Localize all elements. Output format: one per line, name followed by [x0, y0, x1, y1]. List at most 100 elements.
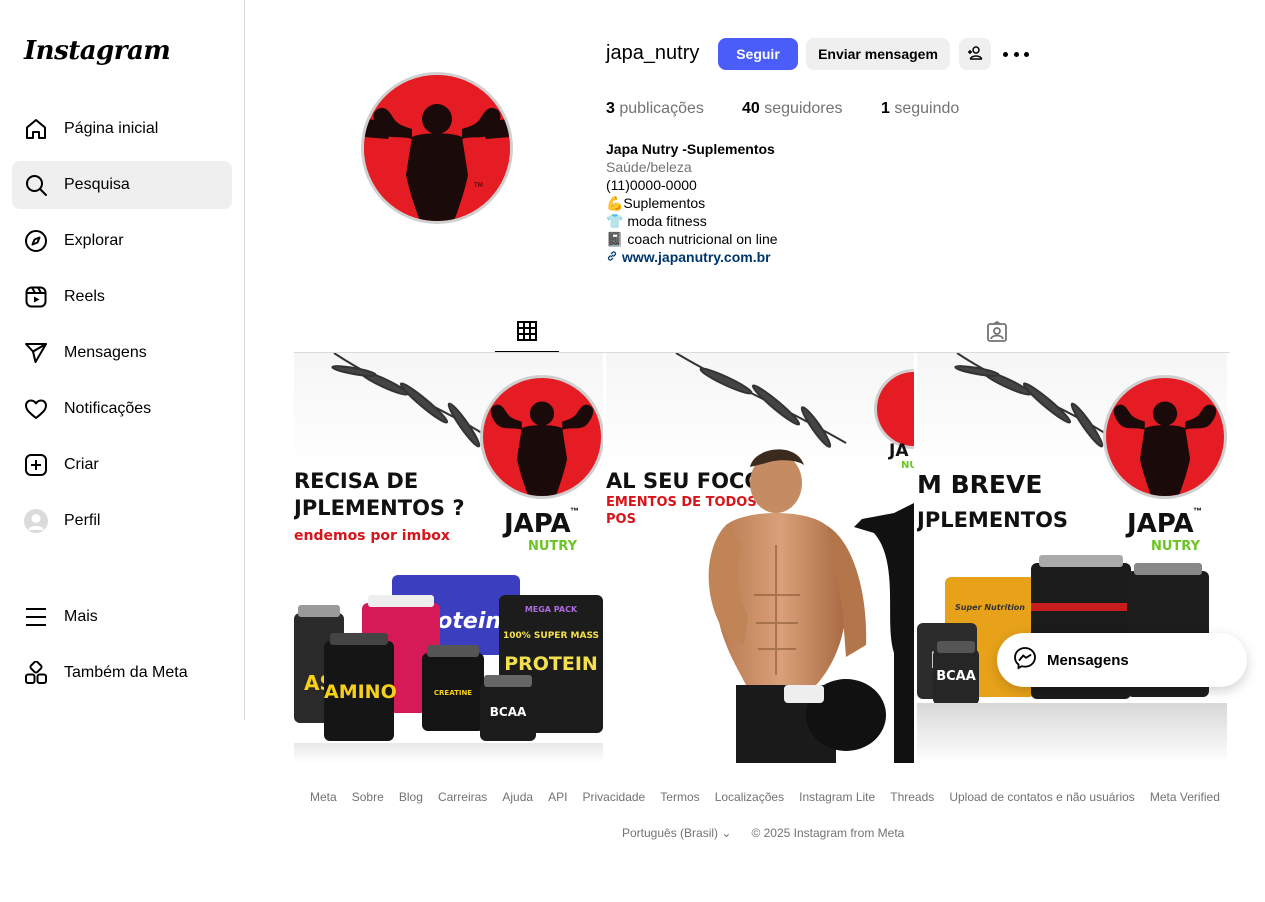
bio-category: Saúde/beleza — [606, 159, 692, 175]
bio-link[interactable]: www.japanutry.com.br — [622, 249, 771, 265]
grid-icon — [516, 320, 538, 347]
bodybuilder-logo-icon — [1103, 375, 1227, 499]
sidebar-item-home[interactable]: Página inicial — [12, 105, 232, 153]
footer-bottom: Português (Brasil) ⌄ © 2025 Instagram fr… — [622, 826, 904, 840]
sidebar-item-more[interactable]: Mais — [12, 593, 232, 641]
search-icon — [24, 173, 48, 197]
profile-avatar[interactable]: TM — [361, 72, 513, 224]
tab-tagged[interactable] — [965, 316, 1029, 352]
posts-count: 3 publicações — [606, 100, 704, 117]
menu-icon — [24, 605, 48, 629]
more-options-icon[interactable] — [1003, 44, 1029, 64]
sidebar-item-label: Também da Meta — [64, 664, 188, 681]
product-tub: BCAA — [933, 641, 979, 705]
brand-name: JAPA — [504, 509, 571, 539]
sidebar-item-label: Página inicial — [64, 120, 159, 137]
post-tile[interactable]: AL SEU FOCO? EMENTOS DE TODOS POS JA NU — [606, 353, 914, 763]
link-icon — [606, 250, 618, 268]
suggest-similar-button[interactable] — [959, 38, 991, 70]
messages-pill-label: Mensagens — [1047, 651, 1129, 669]
followers-count[interactable]: 40 seguidores — [742, 100, 843, 118]
sidebar-item-explore[interactable]: Explorar — [12, 217, 232, 265]
footer-link[interactable]: Threads — [890, 790, 934, 804]
sidebar-item-profile[interactable]: Perfil — [12, 497, 232, 545]
add-person-icon — [967, 45, 983, 64]
bodybuilder-logo-icon — [480, 375, 603, 499]
sidebar-item-create[interactable]: Criar — [12, 441, 232, 489]
send-icon — [24, 341, 48, 365]
post-headline: M BREVE — [917, 470, 1043, 499]
bio-line: 📓 coach nutricional on line — [606, 231, 778, 247]
footer-link[interactable]: Carreiras — [438, 790, 487, 804]
post-subtitle: POS — [606, 512, 636, 527]
post-subtitle: endemos por imbox — [294, 528, 450, 544]
brand-trademark: ™ — [1193, 506, 1202, 516]
post-headline: RECISA DE — [294, 469, 419, 493]
footer-link[interactable]: Sobre — [352, 790, 384, 804]
reels-icon — [24, 285, 48, 309]
brand-subname: NUTRY — [1151, 539, 1201, 554]
brand-subname: NU — [901, 460, 914, 471]
footer-link[interactable]: Ajuda — [502, 790, 533, 804]
post-headline: JPLEMENTOS — [917, 508, 1069, 532]
bio-link-row[interactable]: www.japanutry.com.br — [606, 248, 778, 268]
brand-trademark: ™ — [570, 506, 579, 516]
footer-link[interactable]: Upload de contatos e não usuários — [949, 790, 1134, 804]
post-tile[interactable]: M BREVE JPLEMENTOS JAPA ™ NUTRY Super Nu… — [917, 353, 1227, 763]
footer-link[interactable]: Meta — [310, 790, 337, 804]
sidebar-item-label: Reels — [64, 288, 105, 305]
sidebar-item-label: Perfil — [64, 512, 101, 529]
profile-bio: Japa Nutry -Suplementos Saúde/beleza (11… — [606, 140, 778, 268]
sidebar-item-label: Criar — [64, 456, 99, 473]
messages-pill-button[interactable]: Mensagens — [997, 633, 1247, 687]
footer-links: Meta Sobre Blog Carreiras Ajuda API Priv… — [310, 790, 1220, 804]
messenger-icon — [1013, 646, 1037, 675]
product-tub: BCAA — [480, 675, 536, 741]
instagram-logo[interactable]: Instagram — [24, 36, 171, 66]
sidebar-item-label: Pesquisa — [64, 176, 130, 193]
footer-link[interactable]: Localizações — [715, 790, 784, 804]
bio-line: 👕 moda fitness — [606, 213, 707, 229]
bio-name: Japa Nutry -Suplementos — [606, 141, 775, 157]
bodybuilder-logo-icon: TM — [364, 75, 510, 221]
language-selector[interactable]: Português (Brasil) ⌄ — [622, 826, 731, 840]
silhouette-decoration — [854, 503, 914, 763]
footer-link[interactable]: Instagram Lite — [799, 790, 875, 804]
tab-posts[interactable] — [495, 316, 559, 352]
post-headline: JPLEMENTOS ? — [294, 496, 465, 520]
sidebar-item-search[interactable]: Pesquisa — [12, 161, 232, 209]
sidebar: Instagram Página inicial Pesquisa Explor… — [0, 0, 245, 720]
bio-line: 💪Suplementos — [606, 195, 706, 211]
sidebar-item-label: Mensagens — [64, 344, 147, 361]
home-icon — [24, 117, 48, 141]
profile-username: japa_nutry — [606, 42, 700, 64]
follow-button[interactable]: Seguir — [718, 38, 798, 70]
bio-phone: (11)0000-0000 — [606, 177, 697, 193]
post-tile[interactable]: RECISA DE JPLEMENTOS ? endemos por imbox… — [294, 353, 603, 763]
following-count[interactable]: 1 seguindo — [881, 100, 959, 118]
footer-link[interactable]: Meta Verified — [1150, 790, 1220, 804]
copyright: © 2025 Instagram from Meta — [751, 826, 905, 840]
footer-link[interactable]: Termos — [660, 790, 699, 804]
footer-link[interactable]: API — [548, 790, 567, 804]
svg-text:TM: TM — [473, 182, 483, 189]
sidebar-item-messages[interactable]: Mensagens — [12, 329, 232, 377]
product-tub: CREATINE — [422, 645, 484, 731]
sidebar-item-label: Mais — [64, 608, 98, 625]
send-message-button[interactable]: Enviar mensagem — [806, 38, 950, 70]
product-tub: AMINO — [324, 633, 397, 741]
sidebar-item-notifications[interactable]: Notificações — [12, 385, 232, 433]
compass-icon — [24, 229, 48, 253]
sidebar-item-label: Notificações — [64, 400, 152, 417]
sidebar-item-label: Explorar — [64, 232, 124, 249]
meta-apps-icon — [24, 661, 48, 685]
chevron-down-icon: ⌄ — [721, 826, 732, 840]
avatar-icon — [24, 509, 48, 533]
brand-subname: NUTRY — [528, 539, 578, 554]
footer-link[interactable]: Blog — [399, 790, 423, 804]
sidebar-item-reels[interactable]: Reels — [12, 273, 232, 321]
footer-link[interactable]: Privacidade — [583, 790, 646, 804]
heart-icon — [24, 397, 48, 421]
sidebar-item-meta-apps[interactable]: Também da Meta — [12, 649, 232, 697]
plus-square-icon — [24, 453, 48, 477]
